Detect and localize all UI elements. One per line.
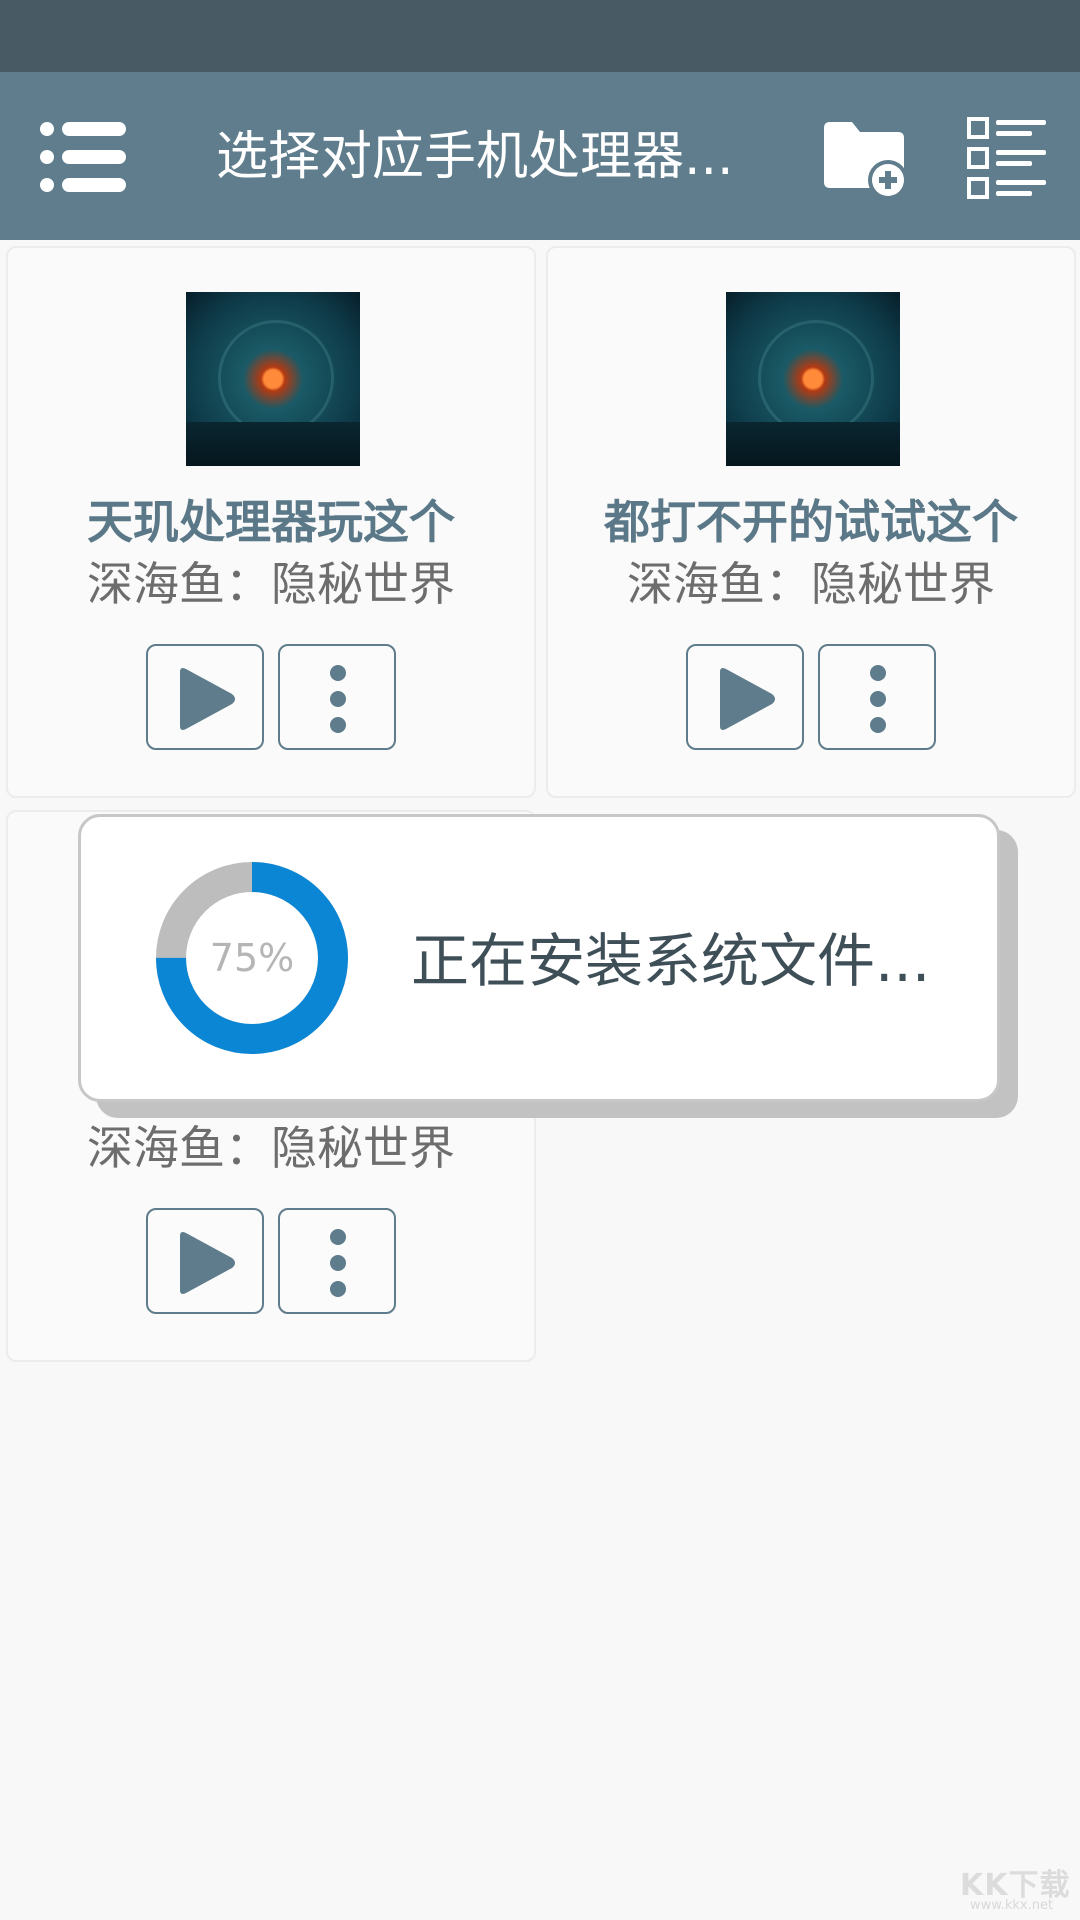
more-vertical-icon — [870, 665, 886, 733]
play-button[interactable] — [686, 644, 804, 750]
folder-add-icon[interactable] — [822, 120, 912, 200]
status-bar — [0, 0, 1080, 72]
card-title: 天玑处理器玩这个 — [87, 495, 455, 549]
toolbar-title: 选择对应手机处理器... — [216, 127, 734, 187]
more-options-button[interactable] — [278, 1208, 396, 1314]
more-vertical-icon — [330, 665, 346, 733]
dialog-message: 正在安装系统文件... — [411, 927, 931, 995]
play-icon — [180, 1232, 235, 1294]
game-cover-image — [726, 292, 900, 466]
card-subtitle: 深海鱼：隐秘世界 — [627, 557, 995, 611]
play-icon — [720, 668, 775, 730]
play-button[interactable] — [146, 1208, 264, 1314]
play-icon — [180, 668, 235, 730]
more-vertical-icon — [330, 1229, 346, 1297]
game-card[interactable]: 天玑处理器玩这个 深海鱼：隐秘世界 — [6, 246, 536, 798]
card-subtitle: 深海鱼：隐秘世界 — [87, 1121, 455, 1175]
watermark-url: www.kkx.net — [970, 1898, 1054, 1913]
card-subtitle: 深海鱼：隐秘世界 — [87, 557, 455, 611]
checklist-view-icon[interactable] — [966, 116, 1048, 200]
play-button[interactable] — [146, 644, 264, 750]
game-card[interactable]: 都打不开的试试这个 深海鱼：隐秘世界 — [546, 246, 1076, 798]
more-options-button[interactable] — [818, 644, 936, 750]
more-options-button[interactable] — [278, 644, 396, 750]
game-cover-image — [186, 292, 360, 466]
progress-percent: 75% — [209, 936, 295, 980]
card-title: 都打不开的试试这个 — [604, 495, 1018, 549]
menu-icon[interactable] — [40, 120, 126, 194]
app-toolbar: 选择对应手机处理器... — [0, 72, 1080, 240]
install-progress-dialog: 75% 正在安装系统文件... — [78, 814, 1000, 1102]
